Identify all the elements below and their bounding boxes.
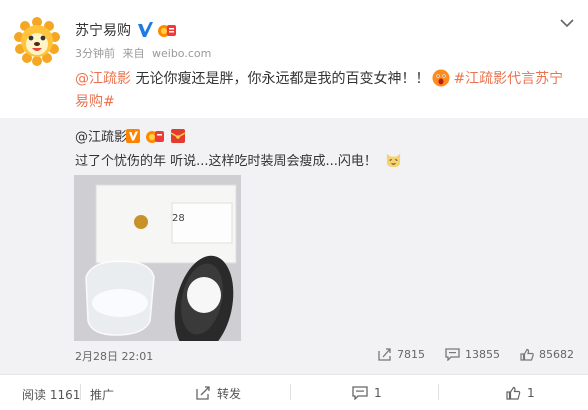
repost-button[interactable]: 转发 [196,384,241,402]
repost-actions: 7815 13855 85682 [358,348,574,361]
post-header: 苏宁易购 3分钟前 来自 weibo.com [0,0,588,66]
chevron-down-icon[interactable] [560,18,574,28]
post-mention-link[interactable]: @江疏影 [75,71,131,87]
post-source-link[interactable]: weibo.com [152,47,211,60]
share-icon [378,348,391,361]
post-author-name[interactable]: 苏宁易购 [75,22,131,40]
like-button[interactable]: 1 [506,384,535,402]
post-meta: 3分钟前 来自 weibo.com [75,47,215,61]
calendar-number-label: 28 [172,213,185,224]
divider [290,384,291,400]
verified-v-icon [138,22,153,37]
read-count: 阅读 1161 [22,388,81,402]
repost-comment-stat[interactable]: 13855 [445,348,500,361]
cat-face-emoji-icon [386,153,401,168]
repost-author-link[interactable]: @江疏影 [75,129,127,146]
like-count: 85682 [539,348,574,361]
repost-author-badges [126,128,187,146]
repost-photo-graphic: 28 [74,175,241,341]
post-source-prefix: 来自 [122,47,145,60]
repost-date[interactable]: 2月28日 22:01 [75,350,153,364]
post-text: @江疏影 无论你瘦还是胖，你永远都是我的百变女神！！ #江疏影代言苏宁易购# [75,68,575,114]
divider [80,384,81,400]
divider [438,384,439,400]
share-count: 7815 [397,348,425,361]
comment-icon [352,386,368,400]
thumbs-up-icon [506,386,521,400]
repost-photo[interactable]: 28 [74,175,241,341]
vip-badge-icon[interactable] [146,128,165,144]
comment-count: 13855 [465,348,500,361]
red-envelope-icon[interactable] [170,128,186,144]
vip-badge-icon[interactable] [158,22,176,38]
repost-box: @江疏影 过了个忧伤的年 听说...这样吃时装周会瘦成...闪电！ 28 2月2… [0,118,588,374]
repost-text: 过了个忧伤的年 听说...这样吃时装周会瘦成...闪电！ [75,151,405,172]
thumbs-up-icon [520,348,534,361]
verified-v-icon [126,129,140,143]
repost-share-stat[interactable]: 7815 [378,348,425,361]
post-time[interactable]: 3分钟前 [75,47,115,60]
like-button-count: 1 [527,386,535,400]
suning-lion-avatar[interactable] [12,16,62,66]
share-icon [196,386,210,400]
post-body-text: 无论你瘦还是胖，你永远都是我的百变女神！！ [131,71,430,87]
comment-button-count: 1 [374,386,382,400]
surprised-face-emoji-icon [432,69,450,87]
repost-button-label: 转发 [217,386,242,401]
comment-button[interactable]: 1 [352,384,382,402]
repost-body-text: 过了个忧伤的年 听说...这样吃时装周会瘦成...闪电！ [75,154,377,169]
promote-button[interactable]: 推广 [90,386,114,403]
post-footer-bar: 阅读 1161 推广 转发 1 1 [0,374,588,410]
repost-like-stat[interactable]: 85682 [520,348,574,361]
comment-icon [445,348,460,361]
